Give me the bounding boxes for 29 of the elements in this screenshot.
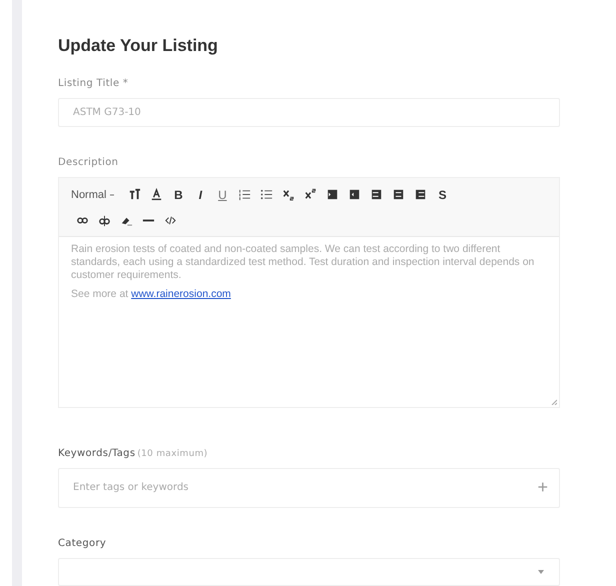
bullet-list-icon [260, 188, 273, 201]
website-link[interactable]: www.rainerosion.com [131, 288, 231, 300]
outdent-icon [348, 188, 361, 201]
ordered-list-icon [238, 188, 251, 201]
resize-grip-icon[interactable] [551, 398, 557, 404]
field-label: Description [58, 156, 118, 168]
bold-button[interactable]: B [167, 186, 190, 204]
subscript-icon [282, 188, 295, 201]
font-color-icon [150, 188, 163, 201]
superscript-icon [304, 188, 317, 201]
field-hint: (10 maximum) [137, 448, 208, 458]
field-label: Category [58, 538, 106, 548]
italic-button[interactable]: I [189, 186, 212, 204]
description-text: See more at www.rainerosion.com [71, 288, 232, 301]
form-title: Update Your Listing [58, 36, 219, 56]
indent-icon [326, 188, 339, 201]
field-label: Keywords/Tags [58, 448, 136, 458]
description-text: Rain erosion tests of coated and non-coated samples. We can test according to two different standards, each using a standardized test method. Test duration and inspection interval depends on customer requirements. [71, 242, 536, 282]
code-icon [164, 214, 176, 227]
align-center-icon [392, 188, 405, 201]
align-right-icon [414, 188, 427, 201]
strike-button[interactable]: S [431, 186, 454, 204]
underline-button[interactable]: U [211, 186, 234, 204]
unlink-icon [98, 214, 110, 227]
caret-icon [537, 568, 545, 576]
align-left-icon [370, 188, 383, 201]
field-label: Listing Title * [58, 78, 128, 89]
format-dropdown[interactable]: Normal [71, 186, 116, 204]
text-height-icon [128, 188, 141, 201]
